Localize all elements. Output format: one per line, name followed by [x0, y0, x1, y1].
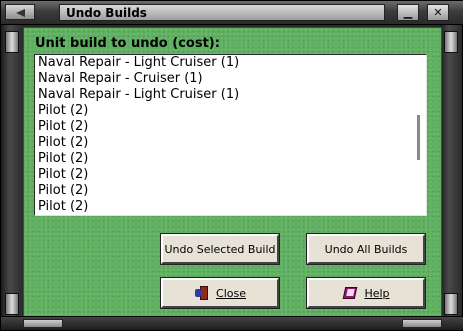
bottom-frame-bar: [1, 316, 463, 330]
undo-all-label: Undo All Builds: [324, 242, 408, 256]
list-item[interactable]: Pilot (2): [38, 151, 410, 167]
list-item[interactable]: Naval Repair - Light Cruiser (1): [38, 87, 410, 103]
frame-rivet-icon: [5, 31, 19, 53]
list-item[interactable]: Naval Repair - Cruiser (1): [38, 71, 410, 87]
left-arrow-icon: [16, 9, 25, 17]
resize-grip-icon[interactable]: [402, 319, 442, 328]
list-items: Naval Repair - Light Cruiser (1) Naval R…: [38, 55, 410, 215]
minimize-button[interactable]: ▁: [397, 4, 419, 21]
list-item[interactable]: Pilot (2): [38, 199, 410, 215]
list-item[interactable]: Pilot (2): [38, 103, 410, 119]
title-plate: Undo Builds: [59, 4, 385, 21]
scrollbar-thumb[interactable]: [417, 115, 420, 160]
close-button[interactable]: Close: [160, 277, 280, 309]
book-icon: [342, 285, 358, 301]
frame-rivet-icon: [444, 293, 458, 315]
window-title: Undo Builds: [66, 6, 147, 20]
list-item[interactable]: Pilot (2): [38, 119, 410, 135]
undo-selected-build-button[interactable]: Undo Selected Build: [160, 233, 280, 265]
undo-selected-label: Undo Selected Build: [164, 242, 276, 256]
list-item[interactable]: Pilot (2): [38, 167, 410, 183]
bottom-left-ornament: [23, 319, 63, 328]
undo-build-list[interactable]: Naval Repair - Light Cruiser (1) Naval R…: [34, 54, 427, 216]
right-frame-rail: [440, 25, 462, 318]
window-close-button[interactable]: ✕: [427, 4, 449, 21]
left-frame-rail: [1, 25, 23, 318]
undo-all-builds-button[interactable]: Undo All Builds: [306, 233, 426, 265]
title-bar[interactable]: Undo Builds ▁ ✕: [1, 1, 463, 25]
exit-door-icon: [194, 285, 210, 301]
title-left-ornament: [5, 4, 35, 20]
list-item[interactable]: Naval Repair - Light Cruiser (1): [38, 55, 410, 71]
frame-rivet-icon: [5, 293, 19, 315]
list-item[interactable]: Pilot (2): [38, 183, 410, 199]
close-label: Close: [216, 286, 246, 300]
frame-rivet-icon: [444, 31, 458, 53]
help-button[interactable]: Help: [306, 277, 426, 309]
help-label: Help: [364, 286, 390, 300]
unit-build-prompt: Unit build to undo (cost):: [35, 36, 220, 51]
undo-builds-window: Undo Builds ▁ ✕ Unit build to undo (cost…: [0, 0, 463, 331]
dialog-content: Unit build to undo (cost): Naval Repair …: [23, 27, 442, 317]
list-item[interactable]: Pilot (2): [38, 135, 410, 151]
